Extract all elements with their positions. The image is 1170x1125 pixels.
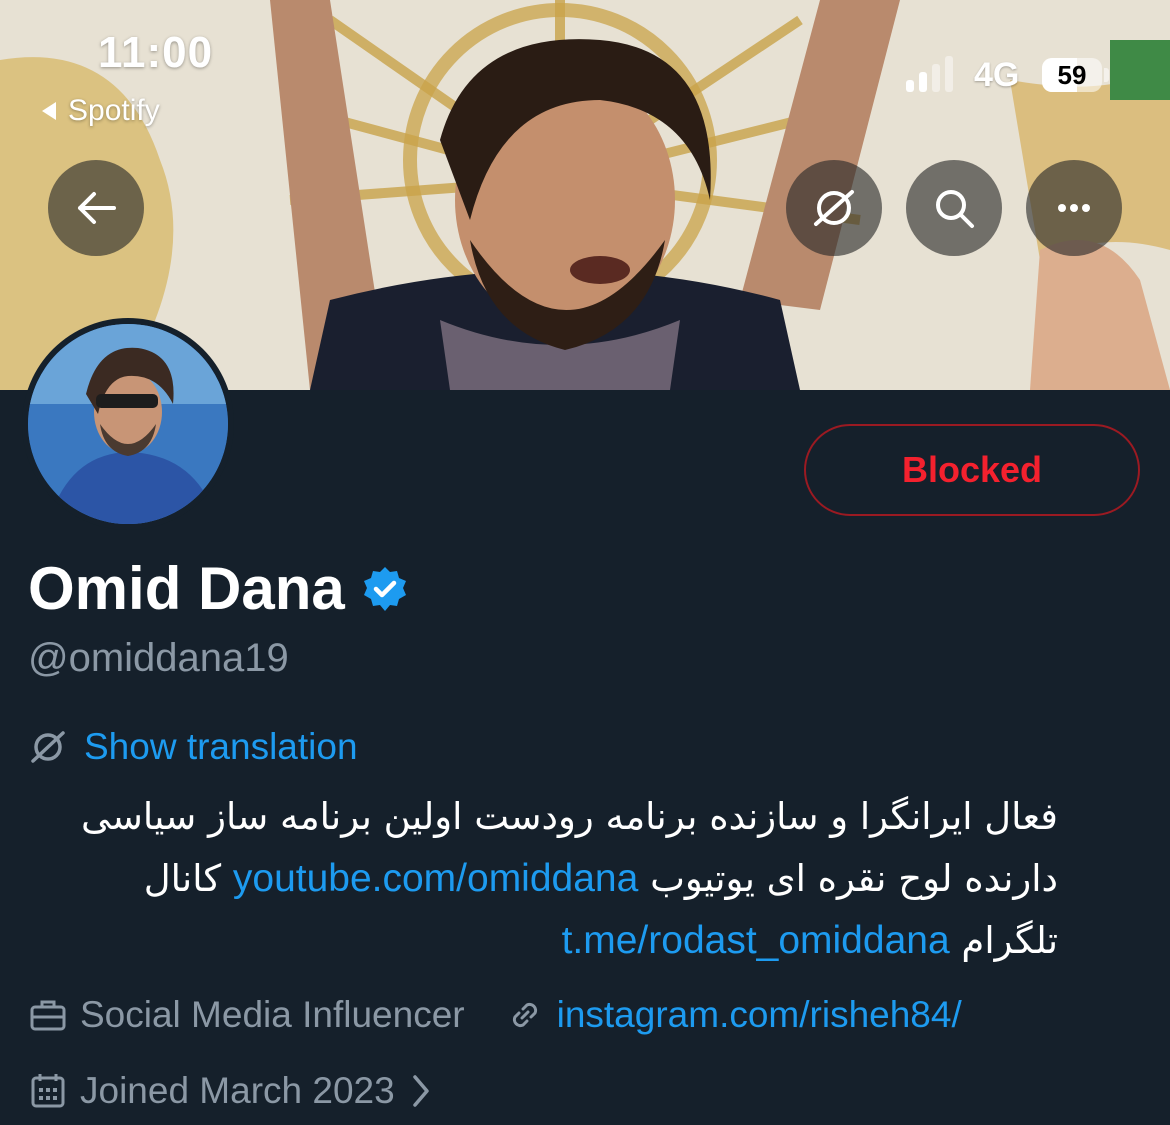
translate-globe-icon [814, 190, 854, 226]
bio-line-1: فعال ایرانگرا و سازنده برنامه رودست اولی… [81, 795, 1058, 838]
back-button[interactable] [48, 160, 144, 256]
chevron-right-icon [412, 1075, 429, 1107]
back-to-app-link[interactable]: Spotify [38, 94, 160, 128]
battery-icon: 59 [1042, 58, 1102, 92]
more-horizontal-icon [1058, 204, 1090, 212]
bio-line-2-prefix: دارنده لوح نقره ای یوتیوب [650, 857, 1058, 900]
name-row: Omid Dana [28, 554, 409, 623]
back-app-label: Spotify [68, 94, 160, 127]
profile-handle: @omiddana19 [28, 636, 289, 680]
status-time: 11:00 [98, 28, 214, 77]
bio-line-3-suffix: تلگرام [961, 919, 1058, 962]
search-icon [936, 190, 974, 228]
briefcase-icon [30, 1000, 66, 1031]
telegram-link[interactable]: t.me/rodast_omiddana [562, 919, 950, 962]
calendar-icon [31, 1074, 65, 1108]
joined-row[interactable]: Joined March 2023 [28, 1070, 445, 1112]
joined-date: Joined March 2023 [80, 1070, 395, 1111]
website-link[interactable]: instagram.com/risheh84/ [557, 994, 962, 1036]
profile-bio: فعال ایرانگرا و سازنده برنامه رودست اولی… [28, 786, 1058, 972]
arrow-left-icon [78, 192, 116, 224]
bio-line-3: تلگرام t.me/rodast_omiddana [28, 910, 1058, 972]
bio-line-2-suffix: کانال [143, 857, 222, 900]
link-icon [512, 1002, 537, 1028]
verified-badge-icon[interactable] [361, 565, 409, 613]
youtube-link[interactable]: youtube.com/omiddana [233, 857, 638, 900]
battery-percentage: 59 [1057, 60, 1087, 90]
battery-tip [1104, 68, 1109, 82]
profile-meta-row: Social Media Influencer instagram.com/ri… [28, 994, 962, 1036]
display-name: Omid Dana [28, 555, 345, 622]
show-translation-row[interactable]: Show translation [28, 726, 358, 768]
blocked-button[interactable]: Blocked [804, 424, 1140, 516]
cellular-signal-icon [906, 56, 953, 92]
profile-avatar[interactable] [22, 318, 234, 530]
bio-line-2: دارنده لوح نقره ای یوتیوب youtube.com/om… [28, 848, 1058, 910]
back-triangle-icon [42, 102, 56, 120]
more-options-button[interactable] [1026, 160, 1122, 256]
status-bar: 11:00 Spotify 4G 59 [0, 0, 1170, 140]
translate-globe-icon [31, 731, 65, 763]
network-type: 4G [974, 56, 1020, 94]
search-button[interactable] [906, 160, 1002, 256]
translate-button[interactable] [786, 160, 882, 256]
avatar-photo [28, 324, 228, 524]
profile-category: Social Media Influencer [80, 994, 465, 1035]
show-translation-link[interactable]: Show translation [84, 726, 358, 768]
